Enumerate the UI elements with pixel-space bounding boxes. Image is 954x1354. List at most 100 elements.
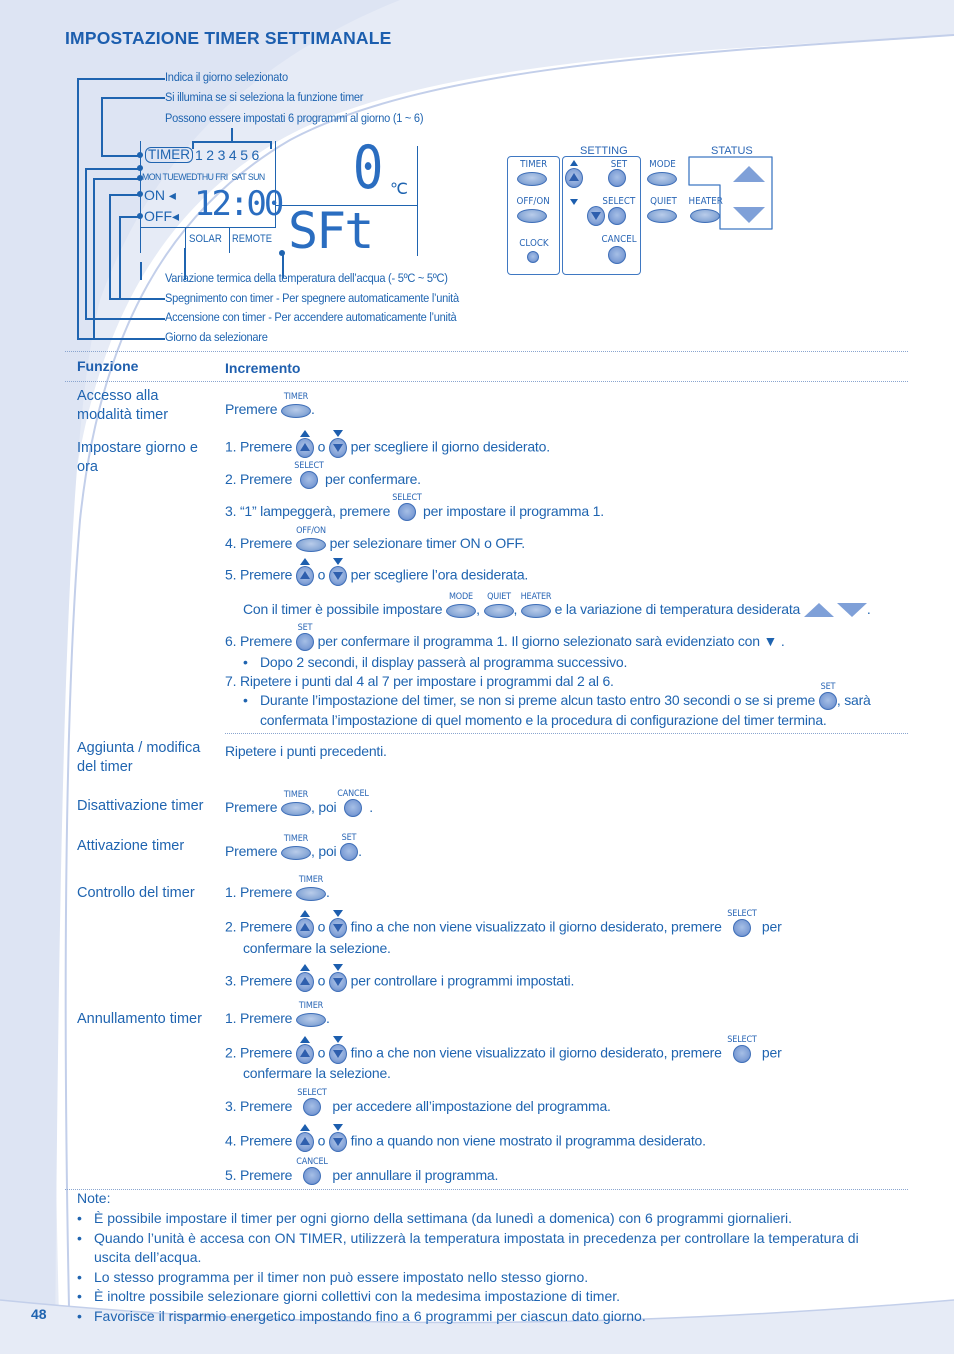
callout-line	[77, 78, 165, 80]
note-item: • Favorisce il risparmio energetico impos…	[77, 1307, 646, 1324]
note-item: • È inoltre possibile selezionare giorni …	[77, 1288, 621, 1304]
timer-button-icon	[295, 1013, 326, 1028]
quiet-button-icon	[483, 604, 514, 619]
lcd-program-numbers: 123456	[195, 147, 263, 163]
callout-line	[93, 178, 95, 339]
lcd-temperature-value: 0	[352, 133, 384, 203]
lcd-time-readout: 12:00	[194, 184, 284, 224]
lcd-off-indicator: OFF◂	[144, 208, 180, 224]
remote-temp-down-button[interactable]	[733, 207, 765, 223]
lcd-solar-label: SOLAR	[189, 233, 222, 245]
up-button-icon	[295, 1132, 314, 1152]
callout-line	[119, 216, 121, 299]
up-button-icon	[295, 438, 314, 458]
callout-line	[101, 97, 165, 99]
offon-button-icon	[295, 538, 326, 553]
set-button-icon	[295, 633, 314, 652]
down-button-icon	[328, 438, 347, 458]
lcd-remote-label: REMOTE	[232, 233, 273, 245]
set-button-icon	[818, 692, 837, 711]
remote-up-button[interactable]	[565, 168, 583, 188]
down-button-icon	[328, 1132, 347, 1152]
up-button-icon	[295, 566, 314, 586]
function-check-timer: Controllo del timer	[77, 885, 195, 901]
remote-select-button[interactable]	[608, 207, 626, 225]
up-button-icon	[295, 918, 314, 938]
callout-line	[85, 168, 87, 319]
callout-programs: Possono essere impostati 6 programmi al …	[165, 111, 424, 125]
callout-timer-on: Accensione con timer - Per accendere aut…	[165, 310, 457, 324]
step-cancel-2-cont: confermare la selezione.	[243, 1065, 391, 1081]
step-2: 2. Premere SELECT per confermare.	[225, 461, 421, 490]
select-button-icon	[299, 471, 318, 490]
remote-clock-button[interactable]	[527, 251, 539, 263]
lcd-timer-label: TIMER	[145, 147, 193, 163]
page-title: IMPOSTAZIONE TIMER SETTIMANALE	[65, 28, 392, 48]
remote-quiet-button[interactable]	[647, 209, 677, 223]
step-cancel-5: 5. Premere CANCEL per annullare il progr…	[225, 1157, 498, 1186]
down-button-icon	[328, 566, 347, 586]
remote-timer-button[interactable]	[517, 172, 547, 186]
callout-timer-off: Spegnimento con timer - Per spegnere aut…	[165, 291, 459, 305]
lcd-display: TIMER 123456 MON TUEWEDTHU FRI SAT SUN O…	[140, 135, 419, 259]
step-7: 7. Ripetere i punti dal 4 al 7 per impos…	[225, 673, 614, 689]
lcd-day-row: MON TUEWEDTHU FRI SAT SUN	[142, 172, 265, 183]
step-6: 6. Premere SET per confermare il program…	[225, 623, 785, 652]
step-7-bullet: • Durante l’impostazione del timer, se no…	[243, 682, 871, 711]
cancel-button-icon	[303, 1167, 322, 1186]
note-item: • È possibile impostare il timer per ogni…	[77, 1210, 793, 1226]
callout-line	[85, 318, 165, 320]
callout-dot	[137, 213, 143, 219]
down-marker-icon	[570, 199, 578, 205]
function-cancel-timer: Annullamento timer	[77, 1011, 202, 1027]
callout-line	[109, 194, 111, 299]
timer-button-icon	[281, 404, 311, 419]
notes-list: • È possibile impostare il timer per ogni…	[77, 1209, 859, 1326]
remote-set-button[interactable]	[608, 169, 626, 187]
remote-cancel-button[interactable]	[608, 246, 626, 264]
step-enable-timer: Premere TIMER, poi SET.	[225, 833, 362, 862]
callout-line	[85, 168, 140, 170]
callout-dot	[137, 175, 143, 181]
select-button-icon	[732, 1045, 751, 1064]
note-item: • Quando l’unità è accesa con ON TIMER, u…	[77, 1229, 859, 1246]
page-number: 48	[31, 1306, 47, 1322]
callout-line	[109, 298, 165, 300]
remote-quiet-label: QUIET	[650, 196, 677, 207]
function-enable-timer: Attivazione timer	[77, 838, 185, 854]
heater-button-icon	[520, 604, 551, 619]
remote-temp-up-button[interactable]	[733, 166, 765, 182]
up-button-icon	[295, 972, 314, 992]
callout-line	[231, 128, 233, 142]
callout-dot	[137, 165, 143, 171]
divider	[225, 733, 908, 734]
step-1: 1. Premere o per scegliere il giorno des…	[225, 430, 550, 458]
timer-button-icon	[281, 802, 311, 817]
note-item: • Lo stesso programma per il timer non pu…	[77, 1268, 589, 1285]
callout-line	[77, 338, 165, 340]
callout-line	[93, 178, 140, 180]
timer-button-icon	[281, 846, 311, 861]
select-button-icon	[303, 1098, 322, 1117]
divider	[65, 381, 908, 382]
step-check-2-cont: confermare la selezione.	[243, 940, 391, 956]
step-5-note: Con il timer è possibile impostare MODE,…	[243, 592, 871, 619]
select-button-icon	[732, 919, 751, 938]
step-repeat: Ripetere i punti precedenti.	[225, 743, 387, 759]
callout-selected-day: Indica il giorno selezionato	[165, 70, 288, 84]
notes-heading: Note:	[77, 1190, 111, 1206]
callout-dot	[137, 152, 143, 158]
remote-heater-button[interactable]	[690, 209, 720, 223]
callout-line	[101, 155, 139, 157]
callout-dot	[137, 191, 143, 197]
remote-mode-button[interactable]	[647, 172, 677, 186]
step-access-timer: Premere TIMER.	[225, 392, 315, 419]
step-5: 5. Premere o per scegliere l’ora desider…	[225, 558, 528, 586]
cancel-button-icon	[343, 799, 362, 818]
remote-offon-button[interactable]	[517, 209, 547, 223]
lcd-on-indicator: ON ◂	[144, 187, 176, 203]
callout-day-select: Giorno da selezionare	[165, 330, 268, 344]
step-disable-timer: Premere TIMER, poi CANCEL .	[225, 789, 373, 818]
mode-button-icon	[446, 604, 477, 619]
function-access-timer: Accesso alla modalità timer	[77, 388, 169, 423]
